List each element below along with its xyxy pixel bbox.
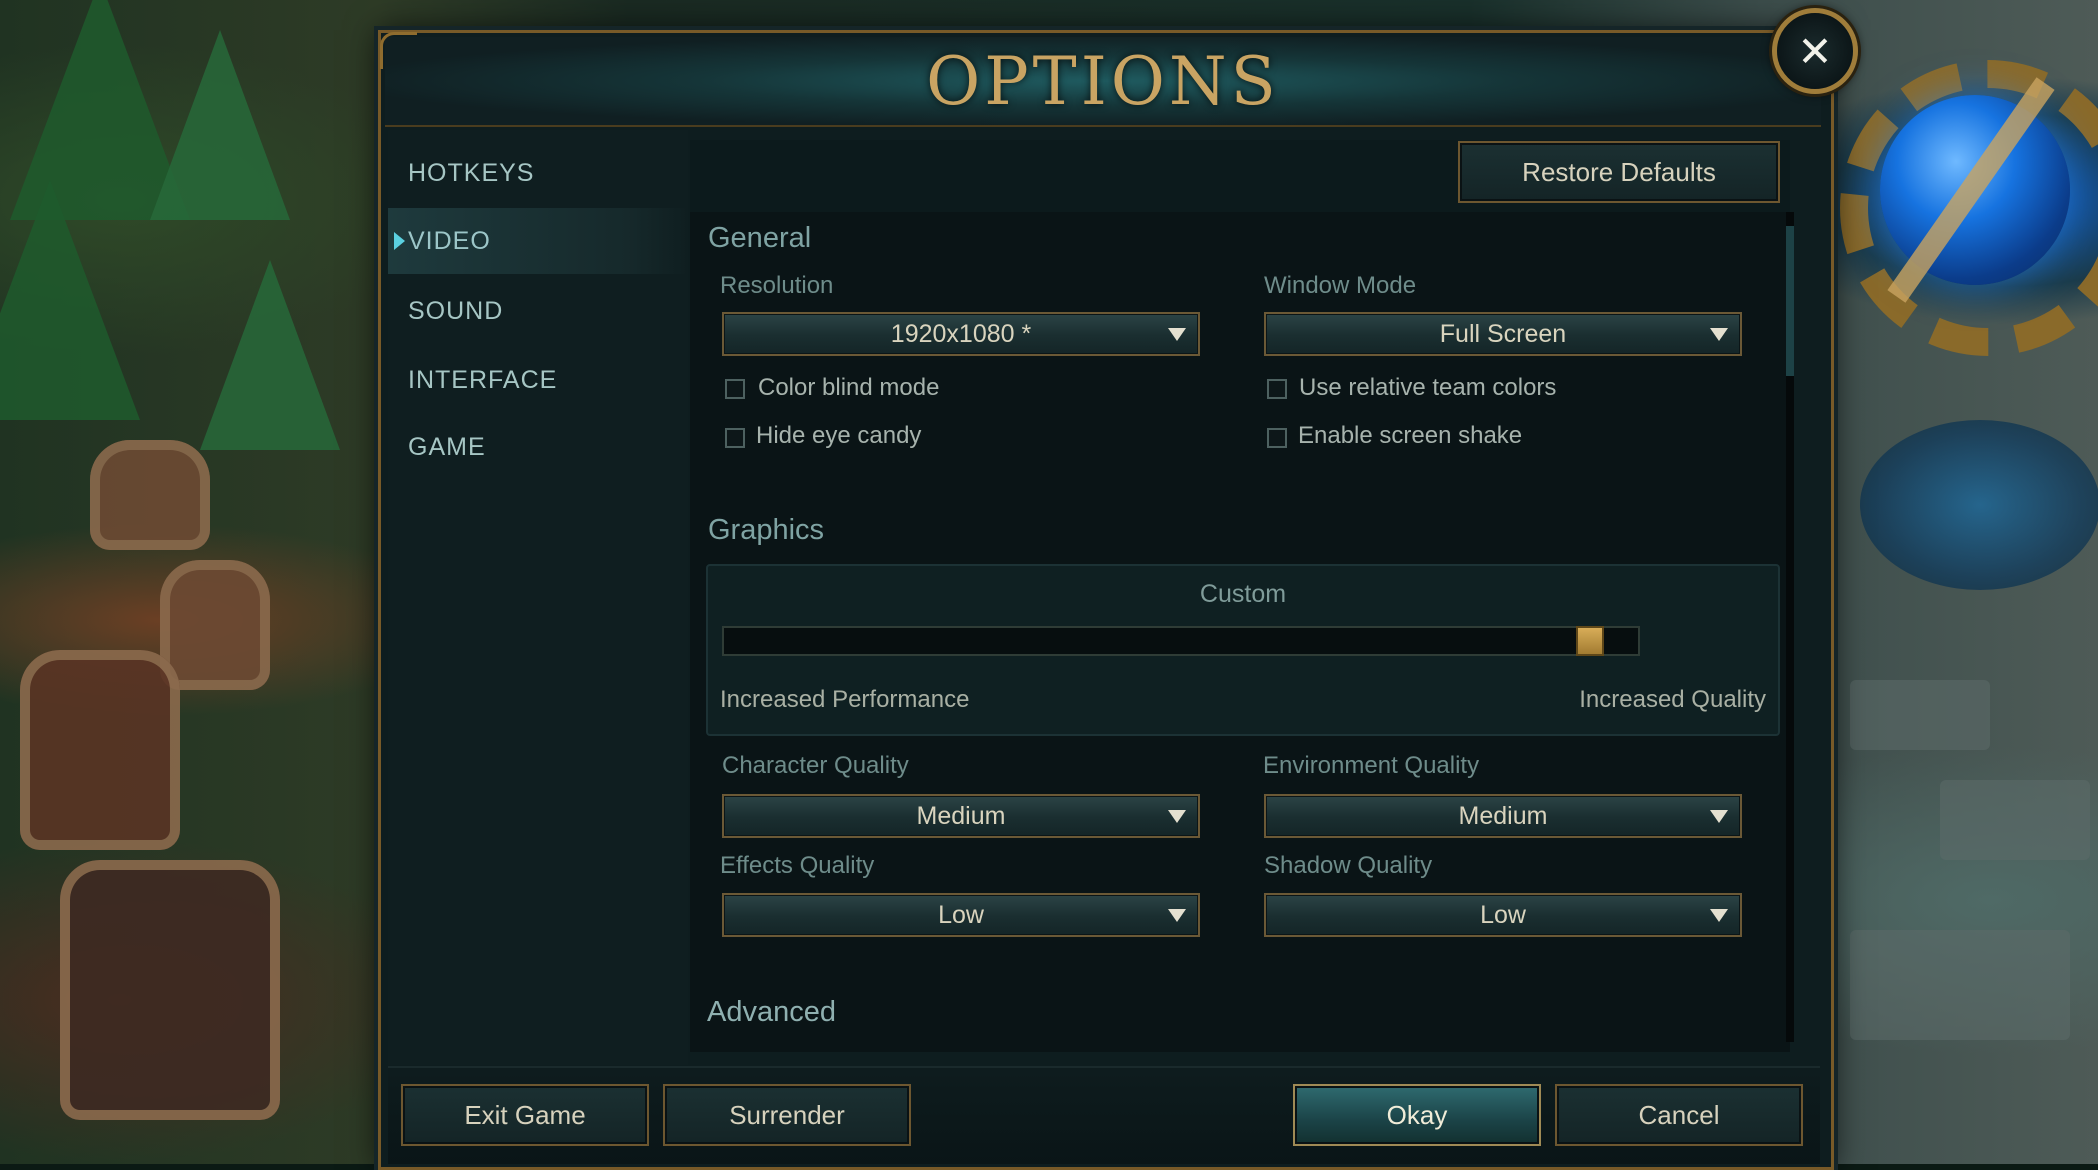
section-title-general: General [708,222,812,254]
slider-max-label: Increased Quality [1579,686,1766,713]
stone-tile-decoration [1940,780,2090,860]
okay-button[interactable]: Okay [1293,1084,1541,1146]
barrel-decoration [90,440,210,550]
active-caret-icon [394,232,405,250]
slider-min-label: Increased Performance [720,686,970,713]
close-icon: ✕ [1797,27,1833,75]
dialog-title: OPTIONS [926,43,1280,120]
enable-screen-shake-checkbox[interactable] [1267,428,1287,448]
creature-decoration [60,860,280,1120]
close-button[interactable]: ✕ [1772,8,1858,94]
environment-quality-value: Medium [1458,802,1548,830]
chevron-down-icon [1168,909,1186,922]
character-quality-dropdown[interactable]: Medium [722,794,1200,838]
color-blind-mode-label: Color blind mode [758,374,940,401]
chevron-down-icon [1710,328,1728,341]
surrender-button[interactable]: Surrender [663,1084,911,1146]
pine-tree-decoration [0,180,140,420]
graphics-slider-thumb[interactable] [1576,626,1604,656]
window-mode-value: Full Screen [1439,320,1567,348]
window-mode-dropdown[interactable]: Full Screen [1264,312,1742,356]
stone-tile-decoration [1850,680,1990,750]
shadow-quality-label: Shadow Quality [1264,852,1433,879]
use-relative-team-colors-checkbox[interactable] [1267,379,1287,399]
options-sidebar: HOTKEYS VIDEO SOUND INTERFACE GAME [388,130,688,1065]
color-blind-mode-checkbox[interactable] [725,379,745,399]
effects-quality-label: Effects Quality [720,852,875,879]
exit-game-button[interactable]: Exit Game [401,1084,649,1146]
resolution-value: 1920x1080 * [890,320,1032,348]
stone-tile-decoration [1850,930,2070,1040]
chevron-down-icon [1710,810,1728,823]
chevron-down-icon [1710,909,1728,922]
sidebar-item-hotkeys[interactable]: HOTKEYS [388,140,688,206]
cancel-button[interactable]: Cancel [1555,1084,1803,1146]
effects-quality-value: Low [938,901,984,929]
creature-decoration [20,650,180,850]
sidebar-item-label: SOUND [408,297,504,325]
chevron-down-icon [1168,328,1186,341]
sidebar-item-label: HOTKEYS [408,159,535,187]
shadow-quality-value: Low [1480,901,1526,929]
resolution-dropdown[interactable]: 1920x1080 * [722,312,1200,356]
chevron-down-icon [1168,810,1186,823]
sidebar-item-label: VIDEO [408,227,491,255]
section-title-advanced[interactable]: Advanced [707,996,836,1029]
graphics-preset-label: Custom [1199,580,1287,608]
sidebar-item-label: INTERFACE [408,366,558,394]
use-relative-team-colors-label: Use relative team colors [1299,374,1557,401]
sidebar-item-interface[interactable]: INTERFACE [388,347,688,413]
environment-quality-dropdown[interactable]: Medium [1264,794,1742,838]
restore-defaults-button[interactable]: Restore Defaults [1458,141,1780,203]
shadow-quality-dropdown[interactable]: Low [1264,893,1742,937]
sidebar-item-game[interactable]: GAME [388,414,688,480]
fountain-pool-decoration [1860,420,2098,590]
pine-tree-decoration [150,30,290,220]
section-title-graphics: Graphics [708,514,825,546]
effects-quality-dropdown[interactable]: Low [722,893,1200,937]
hide-eye-candy-label: Hide eye candy [756,422,922,449]
hide-eye-candy-checkbox[interactable] [725,428,745,448]
pine-tree-decoration [200,260,340,450]
character-quality-label: Character Quality [722,752,909,779]
resolution-label: Resolution [720,272,834,299]
environment-quality-label: Environment Quality [1263,752,1480,779]
graphics-quality-slider[interactable] [722,626,1640,656]
character-quality-value: Medium [916,802,1006,830]
scrollbar-thumb[interactable] [1786,226,1794,376]
enable-screen-shake-label: Enable screen shake [1298,422,1523,449]
sidebar-item-sound[interactable]: SOUND [388,278,688,344]
sidebar-item-label: GAME [408,433,486,461]
window-mode-label: Window Mode [1264,272,1417,299]
barrel-decoration [160,560,270,690]
sidebar-item-video[interactable]: VIDEO [388,208,688,274]
